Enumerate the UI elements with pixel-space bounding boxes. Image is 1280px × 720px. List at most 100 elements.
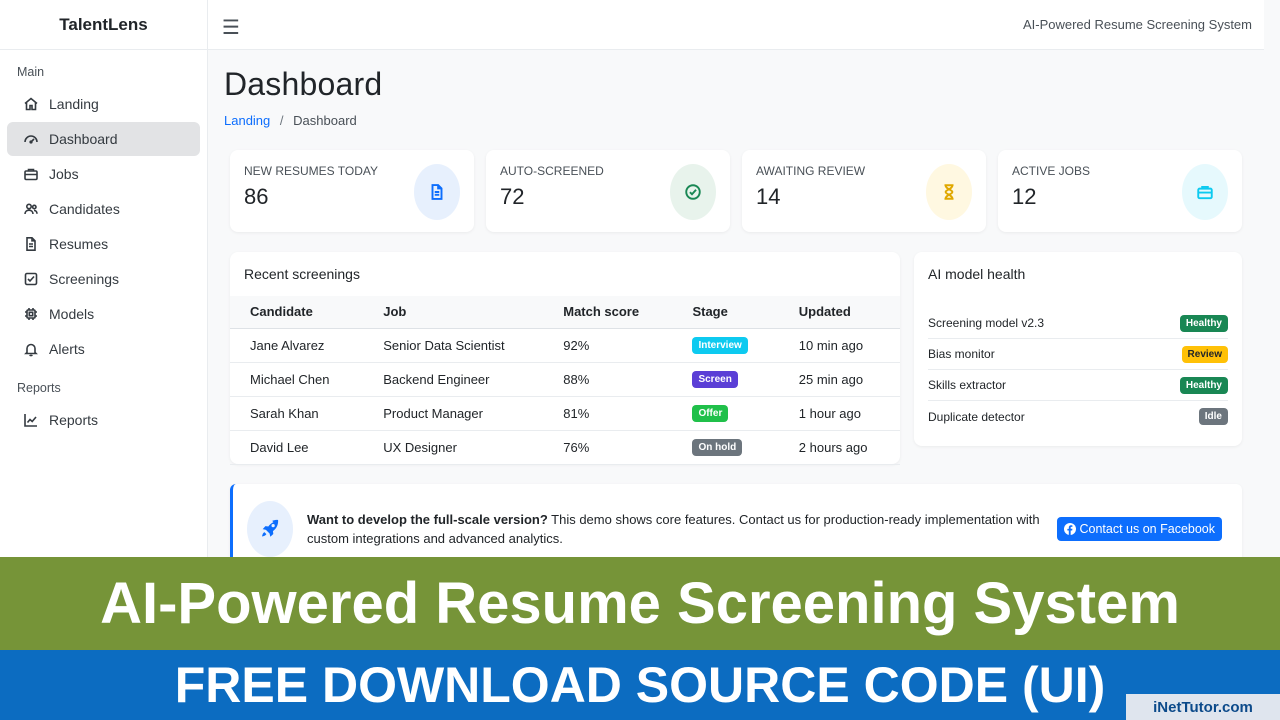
recent-screenings-card: Recent screenings Candidate Job Match scor… [230,252,900,465]
stat-card: AUTO-SCREENED 72 [486,150,730,232]
stat-label: AWAITING REVIEW [756,164,866,178]
sidebar-item-candidates[interactable]: Candidates [7,192,200,226]
model-name: Skills extractor [928,378,1007,392]
sidebar-item-jobs[interactable]: Jobs [7,157,200,191]
candidate-cell: David Lee [230,430,364,465]
check-square-icon [24,272,38,286]
sidebar-item-label: Screenings [49,271,120,287]
sidebar-item-label: Resumes [49,236,109,252]
job-cell: Senior Data Scientist [363,328,544,363]
nav-section-heading: Main [17,65,45,79]
bell-icon [24,343,38,357]
stage-cell: On hold [672,430,779,465]
model-health-list: Screening model v2.3 Healthy Bias monitor R… [914,308,1242,432]
stat-icon-wrap [1182,164,1228,220]
users-icon [24,203,38,215]
download-banner: FREE DOWNLOAD SOURCE CODE (UI) [0,650,1280,720]
table-row[interactable]: Michael Chen Backend Engineer 88% Screen 25 … [230,362,900,397]
sidebar-item-label: Landing [49,96,99,112]
updated-cell: 25 min ago [778,362,900,397]
status-badge: Healthy [1179,376,1228,394]
table-row[interactable]: David Lee UX Designer 76% On hold 2 hours ag… [230,430,900,465]
contact-facebook-label: Contact us on Facebook [1079,522,1216,536]
stat-icon-wrap [414,164,460,220]
sidebar-item-reports[interactable]: Reports [7,403,200,437]
stat-value: 14 [756,184,781,209]
sidebar-item-dashboard[interactable]: Dashboard [7,122,200,156]
recent-screenings-title: Recent screenings [244,266,360,282]
job-cell: UX Designer [363,430,544,465]
promo-heading: Want to develop the full-scale version? [307,512,548,527]
chart-line-icon [24,414,37,427]
sidebar-item-resumes[interactable]: Resumes [7,227,200,261]
screenings-table: Candidate Job Match score Stage Updated Jane… [230,296,900,465]
job-cell: Product Manager [363,396,544,431]
app-title: AI-Powered Resume Screening System [1022,17,1252,32]
stage-cell: Screen [672,362,779,397]
table-body: Jane Alvarez Senior Data Scientist 92% Inte… [230,328,900,465]
job-cell: Backend Engineer [363,362,544,397]
column-header: Match score [543,296,673,329]
promo-text: Want to develop the full-scale version? … [307,510,1047,548]
table-row[interactable]: Sarah Khan Product Manager 81% Offer 1 hour … [230,396,900,431]
briefcase-icon [1197,185,1213,200]
stats-row: NEW RESUMES TODAY 86 AUTO-SCREENED 72 AWAITI… [230,150,1242,232]
model-health-card: AI model health Screening model v2.3 Heal… [914,252,1242,446]
nav-section-heading: Reports [17,381,61,395]
breadcrumb-separator: / [279,113,284,128]
updated-cell: 1 hour ago [778,396,900,431]
breadcrumb-link-landing[interactable]: Landing [224,113,270,128]
score-cell: 88% [543,362,673,397]
stat-value: 72 [500,184,525,209]
breadcrumb-current: Dashboard [293,113,357,128]
cpu-icon [25,308,37,320]
breadcrumb: Landing / Dashboard [224,113,1244,128]
stage-badge: On hold [692,439,743,456]
home-icon [24,97,38,111]
contact-facebook-button[interactable]: Contact us on Facebook [1056,517,1222,541]
hourglass-icon [944,184,954,200]
stage-badge: Screen [692,371,738,388]
file-text-icon [431,184,443,200]
stat-icon-wrap [670,164,716,220]
model-health-title: AI model health [928,266,1026,282]
stat-label: NEW RESUMES TODAY [244,164,379,178]
score-cell: 81% [543,396,673,431]
model-name: Duplicate detector [928,409,1025,424]
column-header: Updated [778,296,900,329]
sidebar-item-screenings[interactable]: Screenings [7,262,200,296]
sidebar-item-label: Dashboard [49,131,118,147]
sidebar-item-landing[interactable]: Landing [7,87,200,121]
sidebar-nav: Main Landing Dashboard Jobs Candidates Resume… [0,58,207,437]
page-title: Dashboard [224,66,383,102]
stat-label: ACTIVE JOBS [1012,164,1091,178]
stat-card: NEW RESUMES TODAY 86 [230,150,474,232]
model-health-row: Skills extractor Healthy [928,370,1228,401]
file-icon [26,237,36,251]
sidebar-item-label: Alerts [49,341,85,357]
column-header: Job [363,296,544,329]
candidate-cell: Jane Alvarez [230,328,364,363]
app-root: TalentLens Main Landing Dashboard Jobs Candi… [0,0,1280,720]
sidebar-item-label: Jobs [49,166,79,182]
sidebar-item-label: Models [49,306,95,322]
check-circle-icon [685,184,701,200]
brand-logo[interactable]: TalentLens [0,0,207,50]
model-health-row: Bias monitor Review [928,339,1228,370]
stage-cell: Interview [672,328,779,363]
model-name: Bias monitor [928,347,995,361]
model-name: Screening model v2.3 [928,316,1045,330]
menu-toggle-icon[interactable]: ☰ [222,15,240,40]
stat-label: AUTO-SCREENED [500,164,604,178]
candidate-cell: Sarah Khan [230,396,364,431]
candidate-cell: Michael Chen [230,362,364,397]
sidebar-item-alerts[interactable]: Alerts [7,332,200,366]
stat-value: 12 [1012,184,1037,209]
table-row[interactable]: Jane Alvarez Senior Data Scientist 92% Inte… [230,328,900,363]
sidebar-item-models[interactable]: Models [7,297,200,331]
status-badge: Review [1181,345,1228,363]
stage-badge: Offer [692,405,729,422]
stat-card: AWAITING REVIEW 14 [742,150,986,232]
main-content: Dashboard Landing / Dashboard NEW RESUME… [224,50,1244,574]
updated-cell: 2 hours ago [778,430,900,465]
